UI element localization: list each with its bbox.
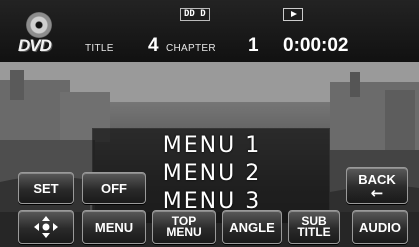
set-button-label: SET (33, 180, 59, 196)
dvd-logo: DVD (14, 12, 66, 58)
title-label: TITLE (85, 43, 114, 54)
dpad-icon (34, 216, 58, 238)
play-icon (283, 8, 303, 21)
dolby-digital-badge: DD D (180, 8, 210, 21)
direction-button[interactable] (18, 210, 74, 244)
audio-button-label: AUDIO (359, 219, 401, 235)
off-button[interactable]: OFF (82, 172, 146, 204)
angle-button[interactable]: ANGLE (222, 210, 282, 244)
title-number: 4 (148, 35, 159, 56)
chapter-label: CHAPTER (166, 43, 216, 54)
off-button-label: OFF (101, 180, 127, 196)
dvd-player-screen: DVD DD D TITLE 4 CHAPTER 1 0:00:02 MENU … (0, 0, 419, 247)
disc-icon (26, 12, 52, 38)
menu-button-label: MENU (94, 219, 134, 235)
status-header: DVD DD D TITLE 4 CHAPTER 1 0:00:02 (0, 0, 419, 62)
top-menu-label-line2: MENU (166, 225, 202, 239)
audio-button[interactable]: AUDIO (352, 210, 408, 244)
top-menu-button[interactable]: TOP MENU (152, 210, 216, 244)
dvd-logo-text: DVD (18, 36, 52, 55)
menu-item-1[interactable]: MENU 1 (93, 133, 331, 158)
subtitle-label: SUB TITLE (297, 215, 331, 239)
elapsed-time: 0:00:02 (283, 35, 349, 56)
top-menu-label: TOP MENU (166, 215, 202, 239)
subtitle-button[interactable]: SUB TITLE (288, 210, 340, 244)
set-button[interactable]: SET (18, 172, 74, 204)
back-button[interactable]: BACK ← (346, 167, 408, 204)
menu-button[interactable]: MENU (82, 210, 146, 244)
chapter-number: 1 (248, 35, 259, 56)
back-arrow-icon: ← (370, 184, 384, 202)
angle-button-label: ANGLE (229, 219, 275, 235)
subtitle-label-line2: TITLE (297, 225, 331, 239)
